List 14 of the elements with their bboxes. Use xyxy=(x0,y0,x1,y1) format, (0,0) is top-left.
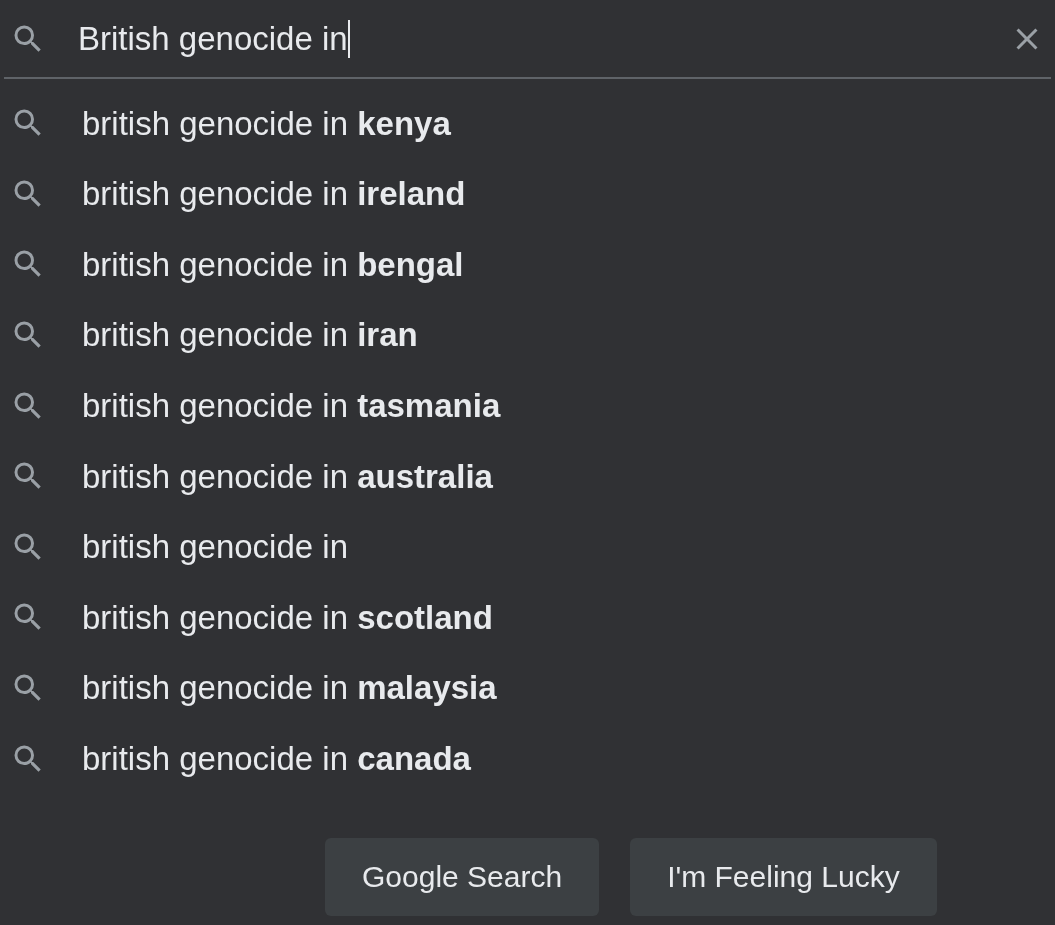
search-button[interactable]: Google Search xyxy=(325,837,600,916)
suggestion-item[interactable]: british genocide in iran xyxy=(82,310,418,360)
suggestion-item[interactable]: british genocide in xyxy=(82,522,348,572)
search-field[interactable]: British genocide in xyxy=(78,13,1005,64)
suggestion-item[interactable]: british genocide in tasmania xyxy=(82,380,501,431)
text-cursor xyxy=(347,19,350,58)
suggestion-item[interactable]: british genocide in canada xyxy=(82,733,471,784)
suggestion-item[interactable]: british genocide in ireland xyxy=(82,169,466,219)
suggestion-item[interactable]: british genocide in scotland xyxy=(82,592,493,643)
suggestion-item[interactable]: british genocide in bengal xyxy=(82,239,464,290)
search-button[interactable]: I'm Feeling Lucky xyxy=(630,837,937,916)
suggestion-item[interactable]: british genocide in kenya xyxy=(82,98,451,149)
suggestion-item[interactable]: british genocide in malaysia xyxy=(82,663,497,713)
suggestion-item[interactable]: british genocide in australia xyxy=(82,451,493,501)
